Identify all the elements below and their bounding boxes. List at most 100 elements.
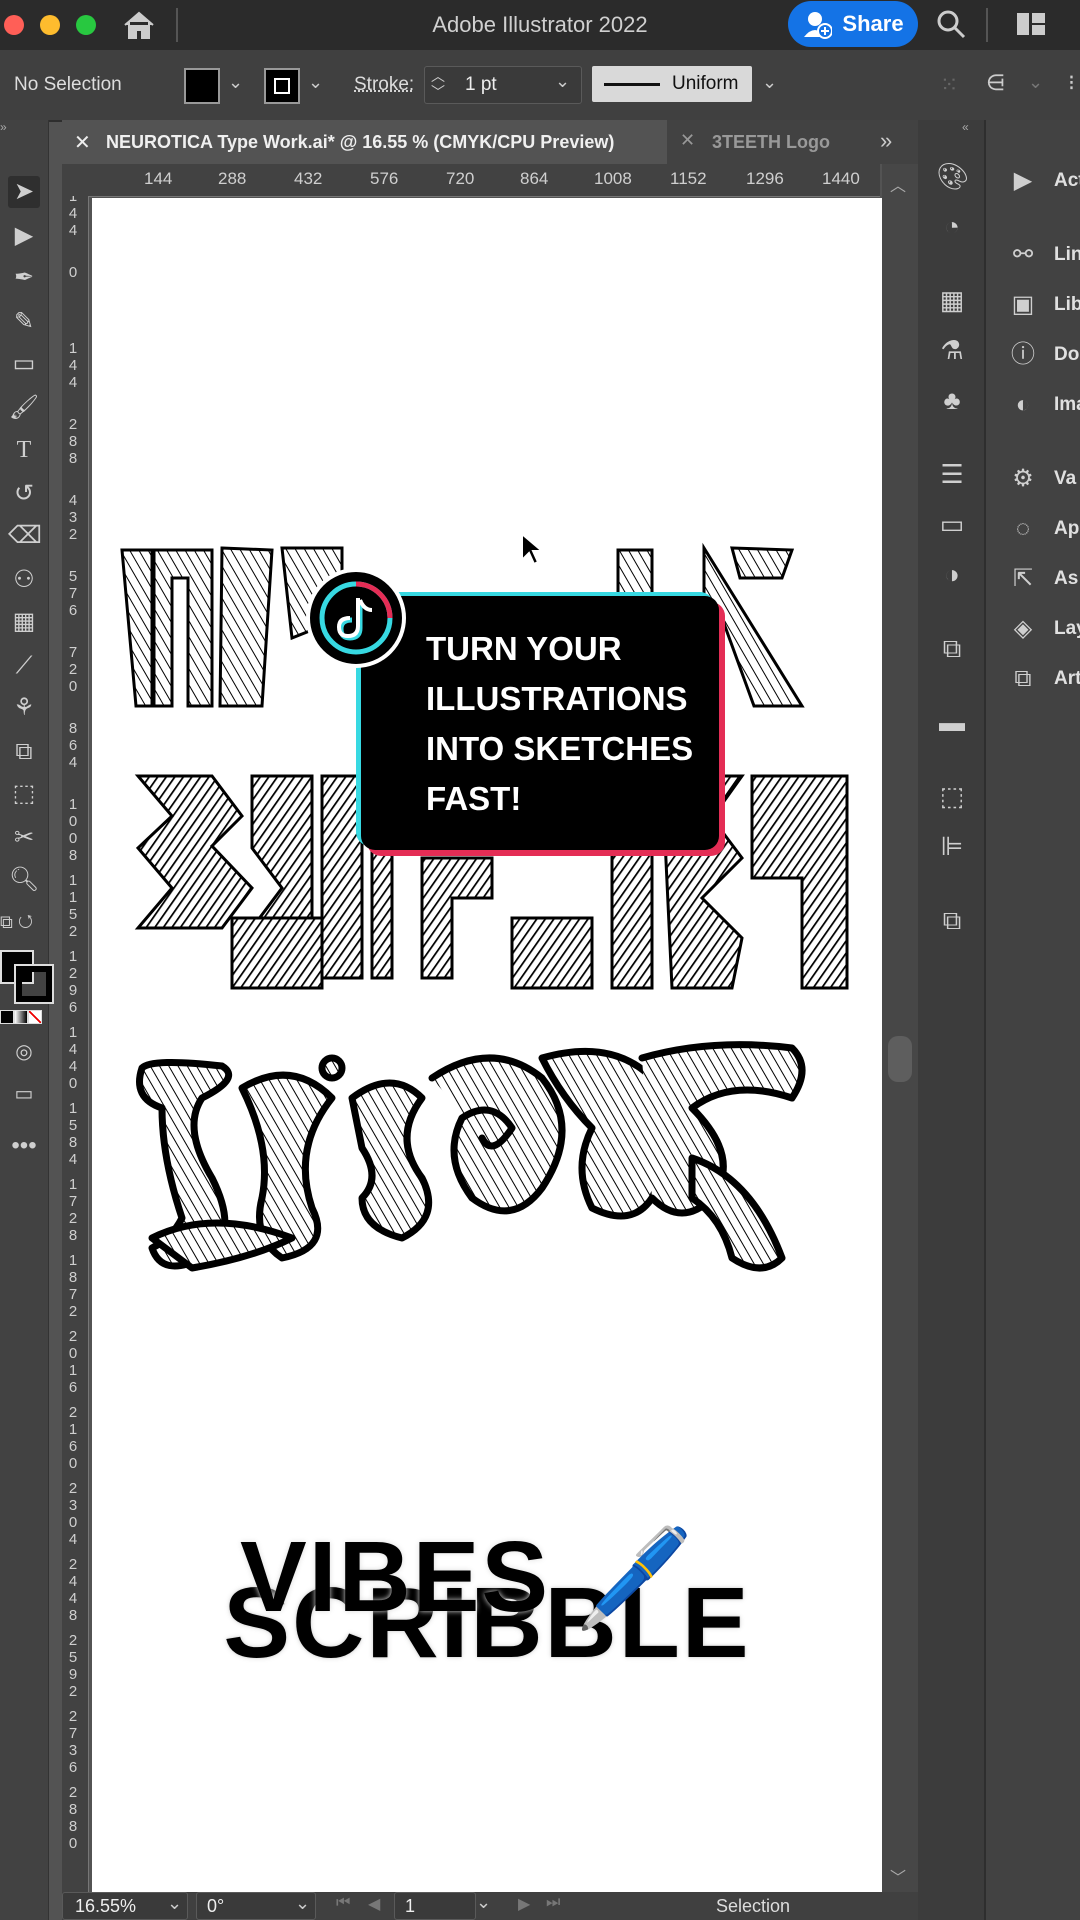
paintbrush-tool-icon[interactable]: 🖌 — [8, 392, 40, 424]
artboard-number-field[interactable]: 1 — [394, 1892, 476, 1920]
last-artboard-icon[interactable]: ⏭ — [546, 1894, 560, 1912]
pathfinder-panel-icon[interactable]: ⧉ — [936, 904, 968, 936]
layers-icon[interactable]: ◈ — [1008, 614, 1038, 644]
close-tab-icon[interactable]: ✕ — [74, 130, 91, 155]
stroke-weight-field[interactable]: ︿ ﹀ 1 pt ⌄ — [424, 66, 582, 104]
first-artboard-icon[interactable]: ⏮ — [336, 1894, 350, 1912]
play-icon[interactable]: ▶ — [1008, 166, 1038, 196]
variable-width-profile[interactable]: Uniform — [592, 66, 752, 102]
scrollbar-thumb[interactable] — [888, 1036, 912, 1082]
more-options-icon[interactable]: ⁝ — [1068, 70, 1075, 96]
rotation-chevron-icon[interactable]: ⌄ — [295, 1893, 310, 1914]
gradient-panel-icon[interactable]: ▭ — [936, 508, 968, 540]
caption-text: TURN YOUR ILLUSTRATIONS INTO SKETCHES FA… — [426, 624, 716, 824]
color-guide-icon[interactable]: ◔ — [936, 210, 968, 242]
curvature-tool-icon[interactable]: ✎ — [8, 306, 40, 338]
profile-chevron-icon[interactable]: ⌄ — [762, 72, 777, 93]
ruler-tick-label: 2736 — [66, 1708, 80, 1776]
zoom-level-field[interactable]: 16.55% ⌄ — [62, 1892, 188, 1920]
transparency-panel-icon[interactable]: ◑ — [936, 558, 968, 590]
stroke-dropdown-chevron-icon[interactable]: ⌄ — [308, 72, 323, 93]
color-mode-buttons[interactable] — [0, 1010, 48, 1026]
panel-label[interactable]: As — [1054, 568, 1078, 590]
variables-icon[interactable]: ⚙ — [1008, 464, 1038, 494]
artboards-icon[interactable]: ⧉ — [1008, 664, 1038, 694]
tab-3teeth-logo[interactable]: 3TEETH Logo — [712, 132, 830, 153]
panel-label[interactable]: Lin — [1054, 244, 1080, 266]
transform-panel-icon[interactable]: ⬚ — [936, 780, 968, 812]
close-tab-icon[interactable]: ✕ — [680, 130, 695, 151]
type-tool-icon[interactable]: T — [8, 434, 40, 466]
rotate-tool-icon[interactable]: ↺ — [8, 478, 40, 510]
next-artboard-icon[interactable]: ▶ — [518, 1894, 530, 1914]
color-panel-icon[interactable]: 🎨︎ — [936, 160, 968, 192]
more-tabs-icon[interactable]: » — [880, 128, 892, 154]
selection-status: No Selection — [14, 74, 122, 96]
stroke-panel-icon[interactable]: ☰ — [936, 458, 968, 490]
align-chevron-icon[interactable]: ⌄ — [1028, 72, 1043, 93]
panel-label[interactable]: Act — [1054, 170, 1080, 192]
asset-export-icon[interactable]: ⇱ — [1008, 564, 1038, 594]
selection-tool-icon[interactable]: ➤ — [8, 176, 40, 208]
canvas-vertical-scrollbar[interactable]: ︿ ﹀ — [882, 164, 918, 1892]
draw-mode-icon[interactable]: ◎ — [8, 1036, 40, 1068]
shape-builder-tool-icon[interactable]: ⧉ — [8, 736, 40, 768]
symbols-panel-icon[interactable]: ♣ — [936, 384, 968, 416]
edit-toolbar-icon[interactable]: ••• — [8, 1130, 40, 1162]
zoom-tool-icon[interactable]: 🔍︎ — [8, 864, 40, 896]
swatches-panel-icon[interactable]: ▦ — [936, 284, 968, 316]
workspace-switcher-icon[interactable] — [1016, 12, 1046, 36]
panel-label[interactable]: Lib — [1054, 294, 1080, 316]
export-panel-icon[interactable]: ⧉ — [936, 632, 968, 664]
panel-label[interactable]: Lay — [1054, 618, 1080, 640]
brushes-panel-icon[interactable]: ⚗ — [936, 334, 968, 366]
panel-label[interactable]: Ap — [1054, 518, 1079, 540]
fill-dropdown-chevron-icon[interactable]: ⌄ — [228, 72, 243, 93]
stroke-label[interactable]: Stroke: — [354, 74, 414, 96]
rotation-field[interactable]: 0° ⌄ — [196, 1892, 316, 1920]
eraser-tool-icon[interactable]: ⌫ — [8, 520, 40, 552]
tab-neurotica[interactable]: ✕ NEUROTICA Type Work.ai* @ 16.55 % (CMY… — [62, 120, 667, 164]
image-trace-icon[interactable]: ◐ — [1008, 390, 1038, 420]
gradient-tool-icon[interactable]: ▦ — [8, 606, 40, 638]
screen-mode-icon[interactable]: ▭ — [8, 1078, 40, 1110]
align-options-icon[interactable]: ⋳ — [986, 70, 1005, 96]
scroll-down-icon[interactable]: ﹀ — [890, 1864, 906, 1888]
artboard-tool-icon[interactable]: ⬚ — [8, 778, 40, 810]
previous-artboard-icon[interactable]: ◀ — [368, 1894, 380, 1914]
artboard[interactable]: SCRIBBLE VIBES 🖊️ — [92, 198, 882, 1892]
stroke-swatch[interactable] — [264, 68, 300, 104]
rectangle-tool-icon[interactable]: ▭ — [8, 348, 40, 380]
warp-tool-icon[interactable]: ⚇ — [8, 564, 40, 596]
stroke-weight-chevron-icon[interactable]: ⌄ — [555, 71, 570, 92]
direct-selection-tool-icon[interactable]: ▶ — [8, 220, 40, 252]
panel-label[interactable]: Ima — [1054, 394, 1080, 416]
ruler-tick-label: 864 — [66, 720, 80, 771]
collapse-dock-icon[interactable]: « — [962, 120, 969, 134]
stroke-color-indicator[interactable] — [16, 966, 52, 1002]
search-icon[interactable] — [936, 9, 966, 39]
align-grid-icon[interactable]: ⁙ — [940, 72, 958, 98]
panel-label[interactable]: Do — [1054, 344, 1079, 366]
appearance-icon[interactable]: ◌ — [1008, 514, 1038, 544]
link-icon[interactable]: ⚯ — [1008, 240, 1038, 270]
zoom-chevron-icon[interactable]: ⌄ — [167, 1893, 182, 1914]
panel-label[interactable]: Va — [1054, 468, 1076, 490]
align-panel-icon[interactable]: ⊫ — [936, 830, 968, 862]
eyedropper-tool-icon[interactable]: ⟋ — [8, 650, 40, 682]
library-icon[interactable]: ▣ — [1008, 290, 1038, 320]
fill-swatch[interactable] — [184, 68, 220, 104]
slice-tool-icon[interactable]: ✂ — [8, 822, 40, 854]
artboard-chevron-icon[interactable]: ⌄ — [476, 1892, 491, 1913]
stroke-stepper-icon[interactable]: ︿ ﹀ — [431, 68, 445, 100]
panel-label[interactable]: Art — [1054, 668, 1080, 690]
scroll-up-icon[interactable]: ︿ — [890, 172, 906, 196]
blend-tool-icon[interactable]: ⚘ — [8, 692, 40, 724]
comments-panel-icon[interactable]: ▬ — [936, 706, 968, 738]
collapse-toolbar-icon[interactable]: » — [0, 120, 7, 134]
document-info-icon[interactable]: ⓘ — [1008, 340, 1038, 370]
share-label: Share — [842, 11, 903, 37]
swap-fill-stroke-icon[interactable]: ⧉ ↺ — [0, 912, 48, 936]
pen-tool-icon[interactable]: ✒ — [8, 262, 40, 294]
share-button[interactable]: Share — [788, 1, 918, 47]
